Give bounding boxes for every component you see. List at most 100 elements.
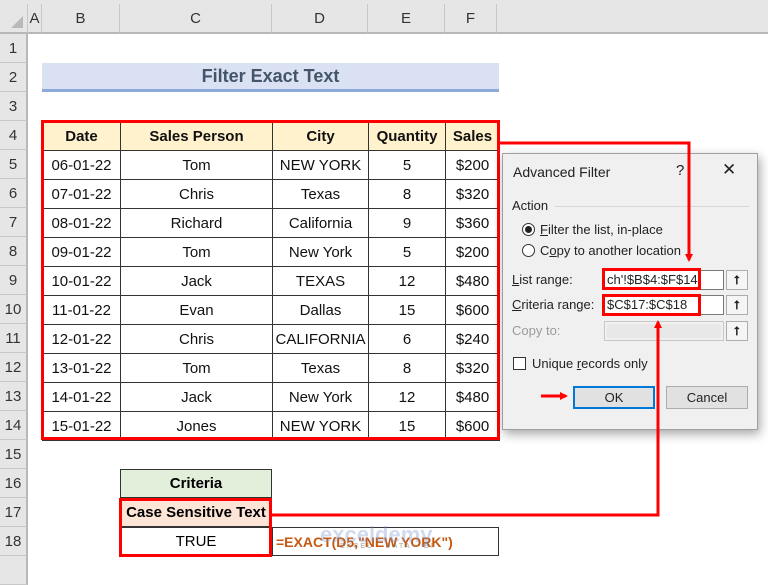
cell-sales[interactable]: $320: [445, 179, 500, 209]
cell-city[interactable]: Texas: [272, 353, 369, 383]
row-header-6[interactable]: 6: [0, 179, 28, 208]
cell-date[interactable]: 09-01-22: [42, 237, 121, 267]
cell-date[interactable]: 15-01-22: [42, 411, 121, 441]
cell-sales-person[interactable]: Richard: [120, 208, 273, 238]
cell-sales[interactable]: $240: [445, 324, 500, 354]
formula-text[interactable]: =EXACT(D5,"NEW YORK"): [272, 527, 499, 556]
cell-date[interactable]: 06-01-22: [42, 150, 121, 180]
cell-sales-person[interactable]: Jack: [120, 266, 273, 296]
list-range-input[interactable]: ch'!$B$4:$F$14: [604, 270, 724, 290]
row-header-2[interactable]: 2: [0, 63, 28, 92]
criteria-range-collapse-button[interactable]: ⭡: [726, 295, 748, 315]
column-header-b[interactable]: B: [42, 4, 120, 34]
cell-sales-person[interactable]: Tom: [120, 353, 273, 383]
row-header-12[interactable]: 12: [0, 353, 28, 382]
cell-date[interactable]: 14-01-22: [42, 382, 121, 412]
row-header-9[interactable]: 9: [0, 266, 28, 295]
copy-to-input[interactable]: [604, 321, 724, 341]
column-header-e[interactable]: E: [368, 4, 445, 34]
cell-quantity[interactable]: 8: [368, 353, 446, 383]
row-header-17[interactable]: 17: [0, 498, 28, 527]
header-sales-person[interactable]: Sales Person: [120, 121, 273, 151]
row-header-11[interactable]: 11: [0, 324, 28, 353]
cell-sales[interactable]: $600: [445, 411, 500, 441]
cell-date[interactable]: 10-01-22: [42, 266, 121, 296]
cell-quantity[interactable]: 15: [368, 295, 446, 325]
row-header-18[interactable]: 18: [0, 527, 28, 556]
cell-quantity[interactable]: 9: [368, 208, 446, 238]
radio-filter-in-place-label[interactable]: Filter the list, in-place: [540, 222, 663, 237]
header-quantity[interactable]: Quantity: [368, 121, 446, 151]
cell-quantity[interactable]: 12: [368, 382, 446, 412]
cell-sales[interactable]: $200: [445, 150, 500, 180]
header-sales[interactable]: Sales: [445, 121, 500, 151]
row-header-8[interactable]: 8: [0, 237, 28, 266]
cell-quantity[interactable]: 15: [368, 411, 446, 441]
radio-copy-to-location-label[interactable]: Copy to another location: [540, 243, 681, 258]
row-header-5[interactable]: 5: [0, 150, 28, 179]
column-header-f[interactable]: F: [445, 4, 497, 34]
cell-city[interactable]: New York: [272, 382, 369, 412]
help-icon[interactable]: ?: [676, 162, 684, 179]
row-header-14[interactable]: 14: [0, 411, 28, 440]
column-header-c[interactable]: C: [120, 4, 272, 34]
row-header-15[interactable]: 15: [0, 440, 28, 469]
row-header-4[interactable]: 4: [0, 121, 28, 150]
cell-sales[interactable]: $360: [445, 208, 500, 238]
cell-sales-person[interactable]: Jack: [120, 382, 273, 412]
row-header-19[interactable]: [0, 556, 28, 585]
row-header-10[interactable]: 10: [0, 295, 28, 324]
cell-sales[interactable]: $480: [445, 266, 500, 296]
cell-date[interactable]: 08-01-22: [42, 208, 121, 238]
cell-city[interactable]: California: [272, 208, 369, 238]
criteria-subheader[interactable]: Case Sensitive Text: [120, 498, 272, 527]
cell-date[interactable]: 11-01-22: [42, 295, 121, 325]
row-header-16[interactable]: 16: [0, 469, 28, 498]
cell-quantity[interactable]: 6: [368, 324, 446, 354]
select-all-corner[interactable]: [0, 4, 28, 34]
sheet-title[interactable]: Filter Exact Text: [42, 63, 499, 92]
copy-to-collapse-button[interactable]: ⭡: [726, 321, 748, 341]
row-header-13[interactable]: 13: [0, 382, 28, 411]
row-header-7[interactable]: 7: [0, 208, 28, 237]
cell-quantity[interactable]: 5: [368, 150, 446, 180]
unique-records-label[interactable]: Unique records only: [532, 356, 648, 371]
cell-quantity[interactable]: 8: [368, 179, 446, 209]
cell-date[interactable]: 13-01-22: [42, 353, 121, 383]
cancel-button[interactable]: Cancel: [666, 386, 748, 409]
cell-sales-person[interactable]: Tom: [120, 237, 273, 267]
cell-sales-person[interactable]: Evan: [120, 295, 273, 325]
column-header-a[interactable]: A: [28, 4, 42, 34]
ok-button[interactable]: OK: [573, 386, 655, 409]
cell-sales[interactable]: $200: [445, 237, 500, 267]
cell-date[interactable]: 07-01-22: [42, 179, 121, 209]
header-city[interactable]: City: [272, 121, 369, 151]
cell-quantity[interactable]: 5: [368, 237, 446, 267]
cell-city[interactable]: TEXAS: [272, 266, 369, 296]
cell-sales-person[interactable]: Chris: [120, 324, 273, 354]
criteria-header[interactable]: Criteria: [120, 469, 272, 498]
list-range-collapse-button[interactable]: ⭡: [726, 270, 748, 290]
cell-sales[interactable]: $600: [445, 295, 500, 325]
cell-date[interactable]: 12-01-22: [42, 324, 121, 354]
cell-city[interactable]: CALIFORNIA: [272, 324, 369, 354]
header-date[interactable]: Date: [42, 121, 121, 151]
cell-sales[interactable]: $480: [445, 382, 500, 412]
close-icon[interactable]: ✕: [722, 160, 736, 180]
criteria-value[interactable]: TRUE: [120, 527, 272, 556]
column-header-d[interactable]: D: [272, 4, 368, 34]
cell-sales-person[interactable]: Chris: [120, 179, 273, 209]
cell-city[interactable]: NEW YORK: [272, 411, 369, 441]
row-header-3[interactable]: 3: [0, 92, 28, 121]
unique-records-checkbox[interactable]: [513, 357, 526, 370]
criteria-range-input[interactable]: $C$17:$C$18: [604, 295, 724, 315]
cell-sales[interactable]: $320: [445, 353, 500, 383]
cell-city[interactable]: NEW YORK: [272, 150, 369, 180]
cell-sales-person[interactable]: Jones: [120, 411, 273, 441]
cell-quantity[interactable]: 12: [368, 266, 446, 296]
cell-city[interactable]: New York: [272, 237, 369, 267]
row-header-1[interactable]: 1: [0, 34, 28, 63]
radio-filter-in-place[interactable]: [522, 223, 535, 236]
radio-copy-to-location[interactable]: [522, 244, 535, 257]
cell-city[interactable]: Texas: [272, 179, 369, 209]
